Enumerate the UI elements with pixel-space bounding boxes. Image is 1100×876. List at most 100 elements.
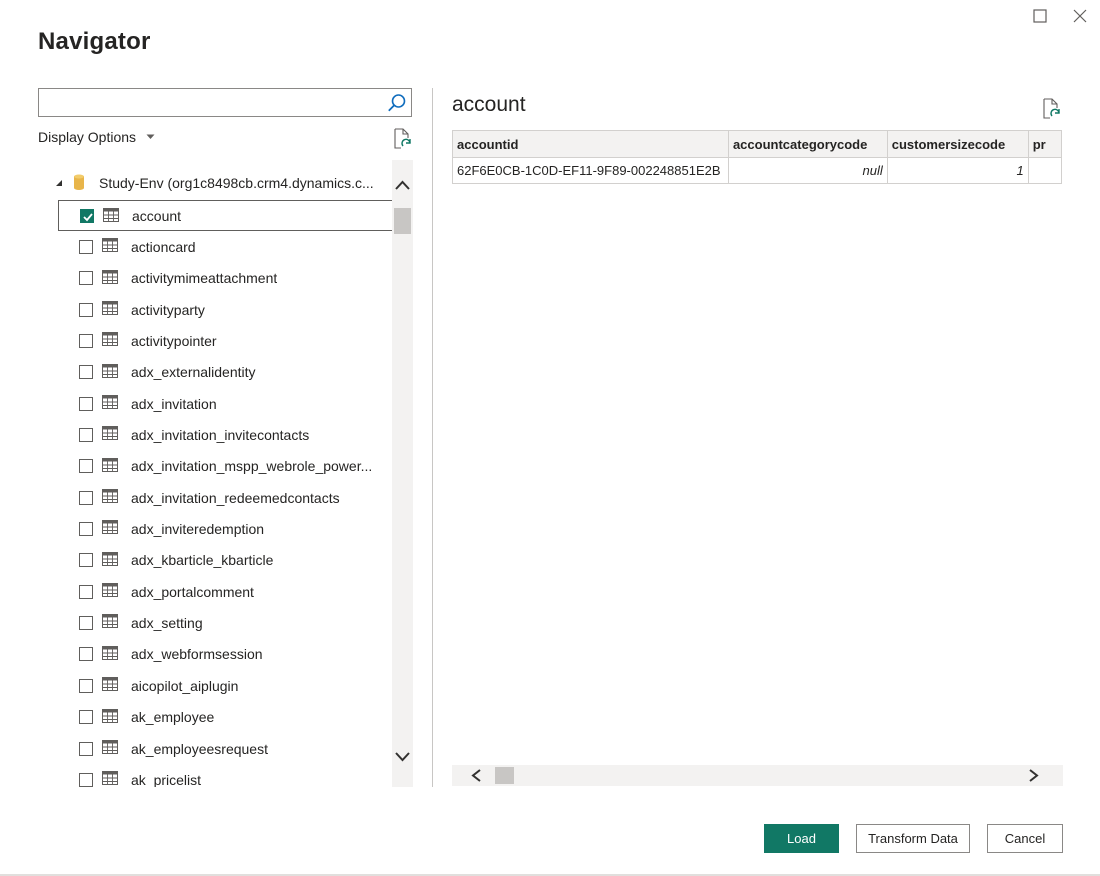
table-icon [102, 739, 118, 754]
tree-item[interactable]: activitymimeattachment [58, 263, 393, 294]
table-icon [102, 708, 118, 723]
table-icon [102, 677, 118, 692]
checkbox[interactable] [79, 459, 93, 474]
load-button[interactable]: Load [764, 824, 839, 853]
tree-item[interactable]: actioncard [58, 231, 393, 262]
table-row: 62F6E0CB-1C0D-EF11-9F89-002248851E2B nul… [452, 157, 1062, 184]
tree-item[interactable]: aicopilot_aiplugin [58, 670, 393, 701]
checkbox[interactable] [79, 741, 93, 756]
checkbox[interactable] [79, 302, 93, 317]
chevron-left-icon[interactable] [470, 768, 484, 783]
checkbox[interactable] [79, 522, 93, 537]
tree-item-label: account [132, 207, 182, 224]
checkbox[interactable] [79, 647, 93, 662]
tree-item-label: aicopilot_aiplugin [131, 677, 239, 694]
tree-item[interactable]: adx_invitation_invitecontacts [58, 419, 393, 450]
column-header[interactable]: customersizecode [886, 130, 1029, 158]
tree-item[interactable]: adx_invitation [58, 388, 393, 419]
tree-item-list: account actioncard activitymimeattachment a… [58, 200, 393, 787]
database-icon [74, 174, 84, 190]
checkbox[interactable] [79, 584, 93, 599]
checkbox[interactable] [79, 365, 93, 380]
transform-data-button[interactable]: Transform Data [856, 824, 970, 853]
tree-item-label: ak_employeesrequest [131, 740, 268, 757]
page-title: Navigator [38, 28, 151, 55]
tree-item[interactable]: adx_invitation_mspp_webrole_power... [58, 451, 393, 482]
tree-item[interactable]: ak_employeesrequest [58, 733, 393, 764]
cancel-button[interactable]: Cancel [987, 824, 1063, 853]
tree-item-label: activitypointer [131, 333, 217, 350]
checkbox[interactable] [79, 490, 93, 505]
preview-table-container: accountid accountcategorycode customersi… [452, 130, 1062, 186]
tree-item[interactable]: adx_externalidentity [58, 357, 393, 388]
tree-item-label: adx_portalcomment [131, 583, 254, 600]
chevron-down-icon [146, 134, 155, 139]
checkbox[interactable] [79, 678, 93, 693]
table-icon [102, 301, 118, 316]
tree-item[interactable]: account [58, 200, 393, 232]
column-header[interactable]: accountcategorycode [727, 130, 888, 158]
column-header[interactable]: pr [1027, 130, 1062, 158]
tree-item-label: adx_webformsession [131, 646, 263, 663]
chevron-down-icon[interactable] [394, 750, 411, 764]
checkbox[interactable] [79, 616, 93, 631]
maximize-button[interactable] [1026, 4, 1054, 28]
table-icon [102, 614, 118, 629]
tree-item[interactable]: adx_setting [58, 607, 393, 638]
table-icon [102, 457, 118, 472]
checkbox[interactable] [79, 334, 93, 349]
tree-vertical-scrollbar[interactable] [392, 160, 413, 787]
tree-item[interactable]: activitypointer [58, 325, 393, 356]
table-cell: null [727, 157, 888, 184]
display-options-label: Display Options [38, 129, 137, 145]
tree-item[interactable]: adx_portalcomment [58, 576, 393, 607]
tree-item-label: adx_inviteredemption [131, 521, 265, 538]
checkbox[interactable] [79, 553, 93, 568]
table-icon [102, 583, 118, 598]
checkbox[interactable] [79, 271, 93, 286]
preview-horizontal-scrollbar[interactable] [452, 765, 1063, 786]
table-icon [102, 520, 118, 535]
chevron-right-icon[interactable] [1026, 768, 1040, 783]
table-icon [102, 489, 118, 504]
preview-title: account [452, 93, 526, 116]
tree-item[interactable]: adx_inviteredemption [58, 513, 393, 544]
refresh-icon[interactable] [392, 128, 412, 150]
checkbox[interactable] [79, 428, 93, 443]
checkbox[interactable] [79, 240, 93, 255]
table-icon [102, 332, 118, 347]
tree-item[interactable]: ak_employee [58, 702, 393, 733]
tree-item[interactable]: ak_pricelist [58, 764, 393, 787]
table-icon [103, 208, 119, 222]
search-box[interactable] [38, 88, 412, 117]
chevron-up-icon[interactable] [394, 178, 411, 192]
checkbox[interactable] [79, 710, 93, 725]
close-icon [1073, 9, 1087, 23]
checkbox[interactable] [79, 396, 93, 411]
close-button[interactable] [1066, 4, 1094, 28]
search-icon[interactable] [386, 92, 408, 114]
scrollbar-thumb[interactable] [495, 767, 514, 784]
display-options-dropdown[interactable]: Display Options [38, 129, 155, 145]
column-header[interactable]: accountid [452, 130, 729, 158]
tree-root-node[interactable]: Study-Env (org1c8498cb.crm4.dynamics.c..… [38, 172, 393, 194]
tree-item[interactable]: adx_invitation_redeemedcontacts [58, 482, 393, 513]
scrollbar-thumb[interactable] [394, 208, 411, 234]
expand-triangle-icon[interactable] [55, 179, 63, 187]
table-icon [102, 269, 118, 284]
tree-item[interactable]: activityparty [58, 294, 393, 325]
checkbox-checked[interactable] [80, 208, 94, 223]
tree-item-label: adx_setting [131, 615, 203, 632]
tree-item[interactable]: adx_webformsession [58, 639, 393, 670]
tree-item-label: adx_invitation [131, 395, 217, 412]
search-input[interactable] [39, 89, 379, 116]
tree-item-label: ak_pricelist [131, 771, 202, 787]
refresh-icon[interactable] [1041, 98, 1061, 120]
tree-item-label: adx_invitation_mspp_webrole_power... [131, 458, 373, 475]
tree-item[interactable]: adx_kbarticle_kbarticle [58, 545, 393, 576]
table-icon [102, 551, 118, 566]
tree-root-label: Study-Env (org1c8498cb.crm4.dynamics.c..… [99, 175, 374, 191]
pane-divider [432, 88, 433, 787]
checkbox[interactable] [79, 772, 93, 787]
table-cell: 1 [886, 157, 1029, 184]
